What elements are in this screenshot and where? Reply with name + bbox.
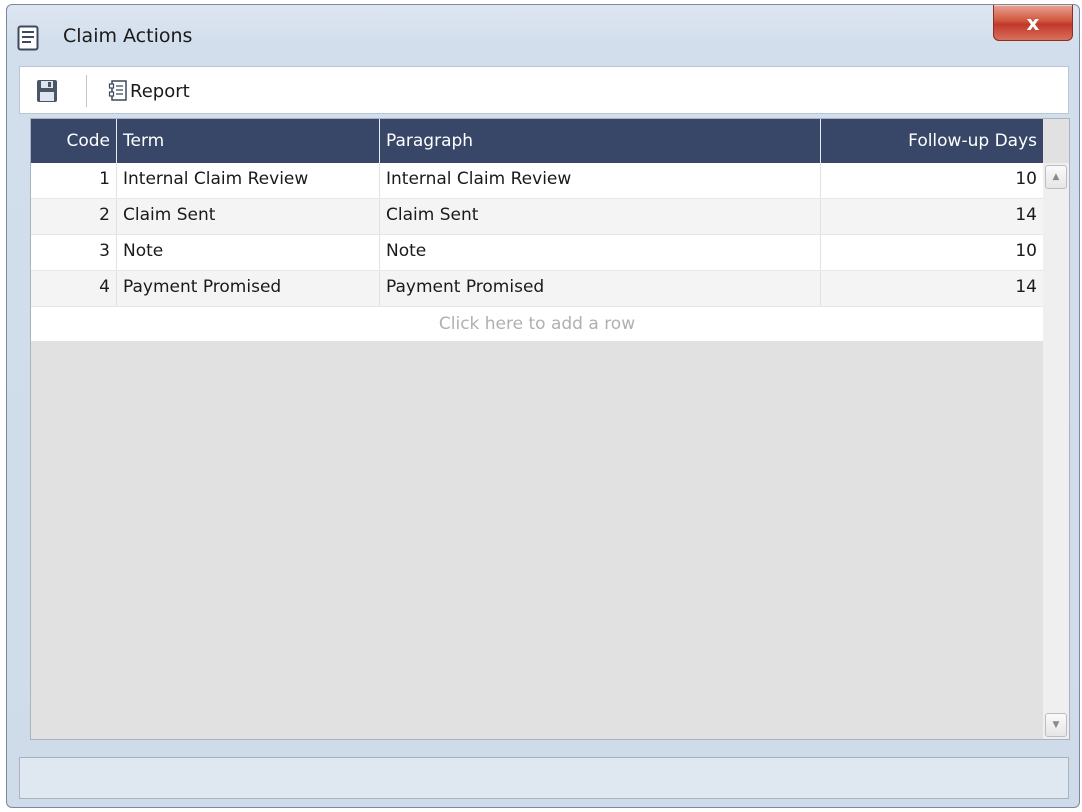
close-icon: x	[1026, 10, 1040, 35]
claim-actions-window: Claim Actions x Report Code Term Paragra…	[6, 4, 1080, 808]
term-cell[interactable]: Claim Sent	[117, 199, 380, 234]
table-row[interactable]: 2 Claim Sent Claim Sent 14	[31, 199, 1043, 235]
table-row[interactable]: 1 Internal Claim Review Internal Claim R…	[31, 163, 1043, 199]
code-cell[interactable]: 4	[31, 271, 117, 306]
term-cell[interactable]: Internal Claim Review	[117, 163, 380, 198]
scroll-up-button[interactable]: ▲	[1045, 165, 1067, 189]
table-row[interactable]: 3 Note Note 10	[31, 235, 1043, 271]
column-header-follow-up-days[interactable]: Follow-up Days	[821, 119, 1043, 163]
vertical-scrollbar[interactable]: ▲ ▼	[1043, 163, 1069, 739]
status-bar	[19, 757, 1069, 799]
column-header-code[interactable]: Code	[31, 119, 117, 163]
grid-rows: 1 Internal Claim Review Internal Claim R…	[31, 163, 1043, 341]
report-icon	[108, 79, 128, 103]
term-cell[interactable]: Payment Promised	[117, 271, 380, 306]
toolbar: Report	[19, 66, 1069, 114]
scroll-down-button[interactable]: ▼	[1045, 713, 1067, 737]
toolbar-separator	[86, 75, 87, 107]
grid-header: Code Term Paragraph Follow-up Days	[31, 119, 1043, 163]
add-row-button[interactable]: Click here to add a row	[31, 307, 1043, 341]
close-button[interactable]: x	[993, 5, 1073, 41]
code-cell[interactable]: 1	[31, 163, 117, 198]
term-cell[interactable]: Note	[117, 235, 380, 270]
window-title: Claim Actions	[63, 25, 193, 47]
paragraph-cell[interactable]: Note	[380, 235, 821, 270]
column-header-paragraph[interactable]: Paragraph	[380, 119, 821, 163]
paragraph-cell[interactable]: Internal Claim Review	[380, 163, 821, 198]
code-cell[interactable]: 3	[31, 235, 117, 270]
code-cell[interactable]: 2	[31, 199, 117, 234]
report-button[interactable]: Report	[108, 75, 190, 107]
list-window-icon	[17, 25, 41, 51]
floppy-disk-icon[interactable]	[36, 79, 58, 103]
paragraph-cell[interactable]: Payment Promised	[380, 271, 821, 306]
arrow-up-icon: ▲	[1052, 172, 1060, 182]
column-header-term[interactable]: Term	[117, 119, 380, 163]
follow-up-days-cell[interactable]: 10	[821, 163, 1043, 198]
follow-up-days-cell[interactable]: 14	[821, 271, 1043, 306]
follow-up-days-cell[interactable]: 10	[821, 235, 1043, 270]
title-bar: Claim Actions x	[7, 5, 1079, 63]
claim-actions-grid: Code Term Paragraph Follow-up Days 1 Int…	[30, 118, 1070, 740]
arrow-down-icon: ▼	[1052, 720, 1060, 730]
table-row[interactable]: 4 Payment Promised Payment Promised 14	[31, 271, 1043, 307]
paragraph-cell[interactable]: Claim Sent	[380, 199, 821, 234]
follow-up-days-cell[interactable]: 14	[821, 199, 1043, 234]
report-label: Report	[130, 80, 190, 102]
